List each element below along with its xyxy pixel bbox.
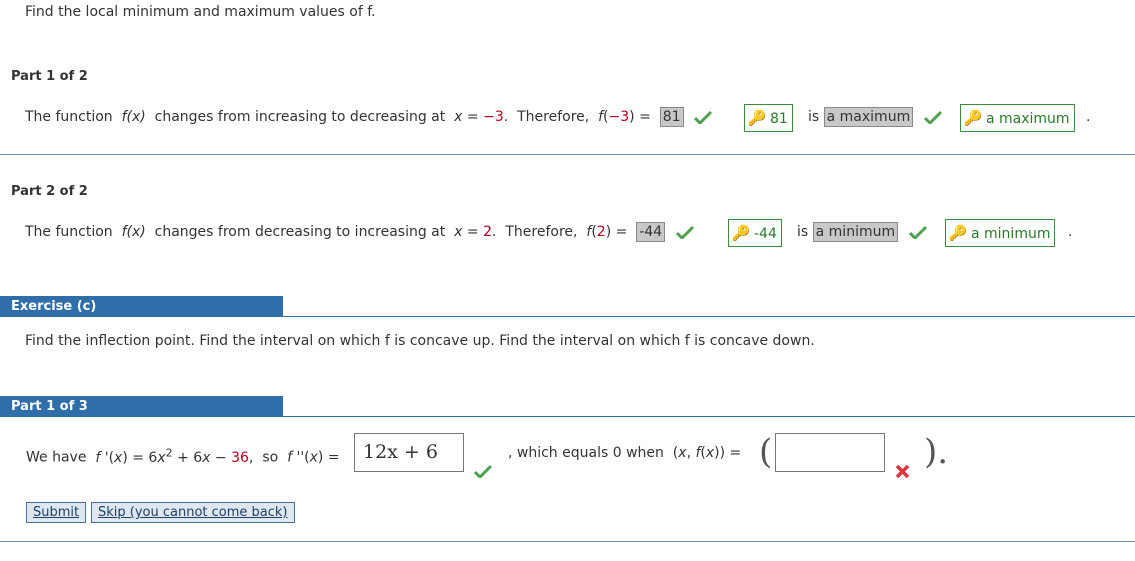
skip-button[interactable]: Skip (you cannot come back) bbox=[91, 502, 295, 523]
key-icon: 🔑 bbox=[948, 224, 968, 242]
x-mark-icon bbox=[895, 464, 910, 479]
inflection-point-input[interactable] bbox=[775, 433, 885, 472]
zero-sentence: , which equals 0 when (x, f(x)) = bbox=[508, 442, 741, 464]
key-answer-text: a minimum bbox=[971, 226, 1051, 242]
exercise-header: Exercise (c) bbox=[0, 296, 283, 317]
function-value-expression: f(−3) = bbox=[598, 109, 651, 125]
x-value: x = 2. bbox=[454, 224, 497, 240]
sentence-text: We have bbox=[26, 449, 87, 466]
part-label: Part 2 of 2 bbox=[11, 184, 88, 199]
exercise-prompt: Find the local minimum and maximum value… bbox=[25, 4, 376, 20]
period: . bbox=[1086, 109, 1091, 125]
answer-key-value[interactable]: 🔑 81 bbox=[744, 104, 793, 132]
answer-key-value[interactable]: 🔑 -44 bbox=[728, 219, 782, 247]
close-paren: ). bbox=[924, 432, 949, 472]
first-derivative: f '(x) = 6x2 + 6x − 36, bbox=[95, 446, 254, 466]
key-answer-text: a maximum bbox=[986, 111, 1070, 127]
x-value: x = −3. bbox=[454, 109, 509, 125]
answer-key-type[interactable]: 🔑 a minimum bbox=[945, 219, 1056, 247]
key-icon: 🔑 bbox=[747, 109, 767, 127]
submitted-answer: 81 bbox=[659, 107, 684, 127]
key-icon: 🔑 bbox=[963, 109, 983, 127]
second-derivative-input[interactable]: 12x + 6 bbox=[354, 433, 464, 472]
sentence-text: is bbox=[797, 224, 809, 240]
sentence-text: changes from increasing to decreasing at bbox=[154, 109, 446, 125]
part-header-line bbox=[283, 416, 1135, 417]
part2-type-sentence: is a minimum bbox=[797, 221, 927, 243]
sentence-text: The function bbox=[25, 224, 113, 240]
part1-type-sentence: is a maximum bbox=[808, 106, 942, 128]
sentence-text: so bbox=[262, 449, 279, 466]
checkmark-icon bbox=[923, 110, 942, 124]
second-derivative-label: f ''(x) = bbox=[287, 449, 340, 466]
submitted-type: a minimum bbox=[812, 222, 899, 242]
part1-sentence: The function f(x) changes from increasin… bbox=[25, 106, 712, 128]
exercise-prompt: Find the inflection point. Find the inte… bbox=[25, 333, 815, 349]
answer-key-type[interactable]: 🔑 a maximum bbox=[960, 104, 1075, 132]
exercise-header-line bbox=[283, 316, 1135, 317]
divider bbox=[0, 154, 1135, 155]
key-answer-text: -44 bbox=[754, 226, 777, 242]
sentence-text: Therefore, bbox=[505, 224, 578, 240]
part2-sentence: The function f(x) changes from decreasin… bbox=[25, 221, 694, 243]
sentence-text: changes from decreasing to increasing at bbox=[154, 224, 446, 240]
function-symbol: f(x) bbox=[121, 109, 146, 125]
part-header: Part 1 of 3 bbox=[0, 396, 283, 417]
point-label: (x, f(x)) = bbox=[672, 445, 742, 461]
part-label: Part 1 of 2 bbox=[11, 69, 88, 84]
submit-button[interactable]: Submit bbox=[26, 502, 87, 523]
checkmark-icon bbox=[908, 225, 927, 239]
checkmark-icon bbox=[473, 464, 493, 482]
key-answer-text: 81 bbox=[770, 111, 788, 127]
divider bbox=[0, 541, 1135, 542]
submitted-answer: -44 bbox=[636, 222, 666, 242]
key-icon: 🔑 bbox=[731, 224, 751, 242]
function-symbol: f(x) bbox=[121, 224, 146, 240]
function-value-expression: f(2) = bbox=[586, 224, 628, 240]
open-paren: ( bbox=[759, 432, 773, 472]
sentence-text: Therefore, bbox=[517, 109, 590, 125]
sentence-text: is bbox=[808, 109, 820, 125]
sentence-text: The function bbox=[25, 109, 113, 125]
exponent: 2 bbox=[165, 446, 173, 459]
derivative-sentence: We have f '(x) = 6x2 + 6x − 36, so f ''(… bbox=[26, 442, 340, 469]
submitted-type: a maximum bbox=[823, 107, 914, 127]
period: . bbox=[1068, 224, 1073, 240]
checkmark-icon bbox=[675, 225, 694, 239]
checkmark-icon bbox=[694, 110, 712, 124]
sentence-text: , which equals 0 when bbox=[508, 445, 664, 461]
